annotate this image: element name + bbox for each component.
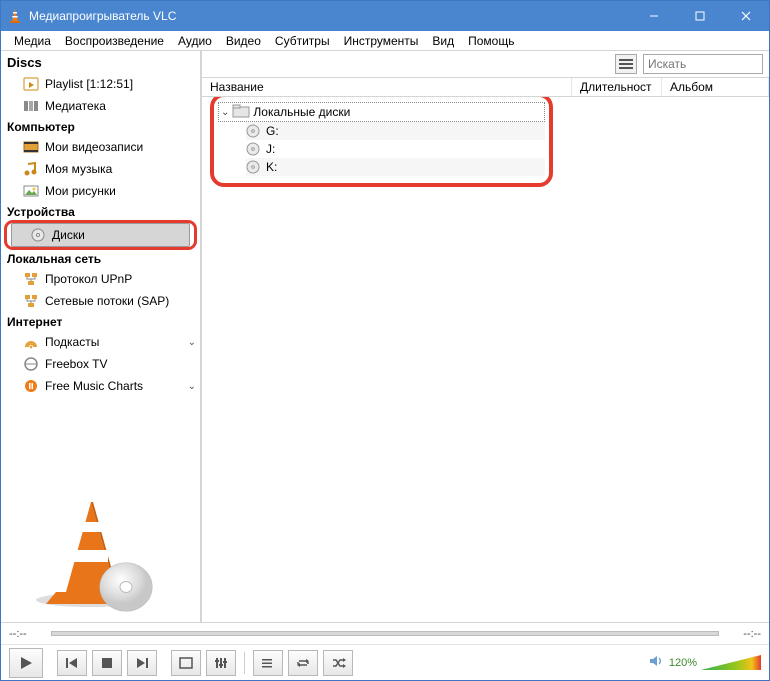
disc-icon (246, 160, 260, 174)
sidebar-my-pictures[interactable]: Мои рисунки (1, 180, 200, 202)
stop-button[interactable] (92, 650, 122, 676)
upnp-icon (23, 271, 39, 287)
disc-icon (246, 142, 260, 156)
extended-settings-button[interactable] (206, 650, 236, 676)
volume-slider[interactable] (701, 654, 761, 672)
sidebar-library-label: Медиатека (45, 99, 106, 113)
chevron-down-icon[interactable]: ⌄ (221, 107, 229, 118)
maximize-button[interactable] (677, 1, 723, 31)
tree-item-drive[interactable]: J: (246, 140, 545, 158)
column-name[interactable]: Название (202, 78, 572, 96)
sidebar-heading: Discs (1, 51, 200, 73)
fullscreen-button[interactable] (171, 650, 201, 676)
playback-controls: 120% (1, 644, 769, 680)
minimize-button[interactable] (631, 1, 677, 31)
volume-percent: 120% (669, 657, 697, 669)
view-mode-button[interactable] (615, 54, 637, 74)
sidebar-section-devices: Устройства (1, 202, 200, 221)
sidebar-my-videos-label: Мои видеозаписи (45, 140, 143, 154)
tree-item-drive[interactable]: K: (246, 158, 545, 176)
shuffle-button[interactable] (323, 650, 353, 676)
seek-bar: --:-- --:-- (1, 622, 769, 644)
chevron-down-icon[interactable]: ⌄ (188, 381, 196, 392)
fmc-icon (23, 378, 39, 394)
prev-button[interactable] (57, 650, 87, 676)
sidebar-upnp-label: Протокол UPnP (45, 272, 132, 286)
search-input[interactable] (643, 54, 763, 74)
tree-root-label: Локальные диски (253, 105, 350, 119)
tree-root-local-discs[interactable]: ⌄ Локальные диски (218, 102, 545, 122)
menu-playback[interactable]: Воспроизведение (58, 32, 171, 50)
sidebar-sap[interactable]: Сетевые потоки (SAP) (1, 290, 200, 312)
sidebar-sap-label: Сетевые потоки (SAP) (45, 294, 169, 308)
menu-tools[interactable]: Инструменты (337, 32, 426, 50)
music-icon (23, 161, 39, 177)
sidebar-freebox[interactable]: Freebox TV (1, 353, 200, 375)
sidebar-library[interactable]: Медиатека (1, 95, 200, 117)
disc-icon (30, 227, 46, 243)
sap-icon (23, 293, 39, 309)
column-album[interactable]: Альбом (662, 78, 769, 96)
folder-icon (233, 104, 249, 120)
time-total: --:-- (725, 628, 761, 640)
titlebar: Медиапроигрыватель VLC (1, 1, 769, 31)
sidebar-section-computer: Компьютер (1, 117, 200, 136)
column-headers: Название Длительност Альбом (202, 77, 769, 97)
window-title: Медиапроигрыватель VLC (29, 9, 631, 23)
menu-audio[interactable]: Аудио (171, 32, 219, 50)
close-button[interactable] (723, 1, 769, 31)
tree-item-label: G: (266, 124, 279, 138)
sidebar-discs-label: Диски (52, 228, 85, 242)
vlc-cone-artwork (21, 492, 181, 612)
next-button[interactable] (127, 650, 157, 676)
menubar: Медиа Воспроизведение Аудио Видео Субтит… (1, 31, 769, 51)
playlist-icon (23, 76, 39, 92)
sidebar-my-pictures-label: Мои рисунки (45, 184, 116, 198)
sidebar-section-internet: Интернет (1, 312, 200, 331)
sidebar-playlist-label: Playlist [1:12:51] (45, 77, 133, 91)
freebox-icon (23, 356, 39, 372)
playlist-list: ⌄ Локальные диски G: J: K: (202, 97, 769, 622)
sidebar-podcasts-label: Подкасты (45, 335, 99, 349)
sidebar-discs[interactable]: Диски (11, 223, 190, 247)
menu-help[interactable]: Помощь (461, 32, 521, 50)
sidebar-playlist[interactable]: Playlist [1:12:51] (1, 73, 200, 95)
tree-item-label: K: (266, 160, 277, 174)
sidebar-podcasts[interactable]: Подкасты ⌄ (1, 331, 200, 353)
play-button[interactable] (9, 648, 43, 678)
menu-media[interactable]: Медиа (7, 32, 58, 50)
tree-item-drive[interactable]: G: (246, 122, 545, 140)
time-current: --:-- (9, 628, 45, 640)
sidebar-fmc[interactable]: Free Music Charts ⌄ (1, 375, 200, 397)
speaker-icon[interactable] (649, 654, 665, 671)
sidebar-my-music-label: Моя музыка (45, 162, 112, 176)
library-icon (23, 98, 39, 114)
sidebar-my-music[interactable]: Моя музыка (1, 158, 200, 180)
disc-icon (246, 124, 260, 138)
seek-track[interactable] (51, 631, 719, 636)
menu-video[interactable]: Видео (219, 32, 268, 50)
pictures-icon (23, 183, 39, 199)
sidebar-freebox-label: Freebox TV (45, 357, 107, 371)
menu-view[interactable]: Вид (425, 32, 461, 50)
column-duration[interactable]: Длительност (572, 78, 662, 96)
sidebar-my-videos[interactable]: Мои видеозаписи (1, 136, 200, 158)
tree-item-label: J: (266, 142, 275, 156)
menu-subtitles[interactable]: Субтитры (268, 32, 337, 50)
podcast-icon (23, 334, 39, 350)
sidebar-upnp[interactable]: Протокол UPnP (1, 268, 200, 290)
sidebar: Discs Playlist [1:12:51] Медиатека Компь… (1, 51, 201, 622)
video-icon (23, 139, 39, 155)
loop-button[interactable] (288, 650, 318, 676)
chevron-down-icon[interactable]: ⌄ (188, 337, 196, 348)
playlist-toggle-button[interactable] (253, 650, 283, 676)
sidebar-fmc-label: Free Music Charts (45, 379, 143, 393)
sidebar-section-lan: Локальная сеть (1, 249, 200, 268)
vlc-cone-icon (7, 8, 23, 24)
content-area: Название Длительност Альбом ⌄ Локальные … (201, 51, 769, 622)
